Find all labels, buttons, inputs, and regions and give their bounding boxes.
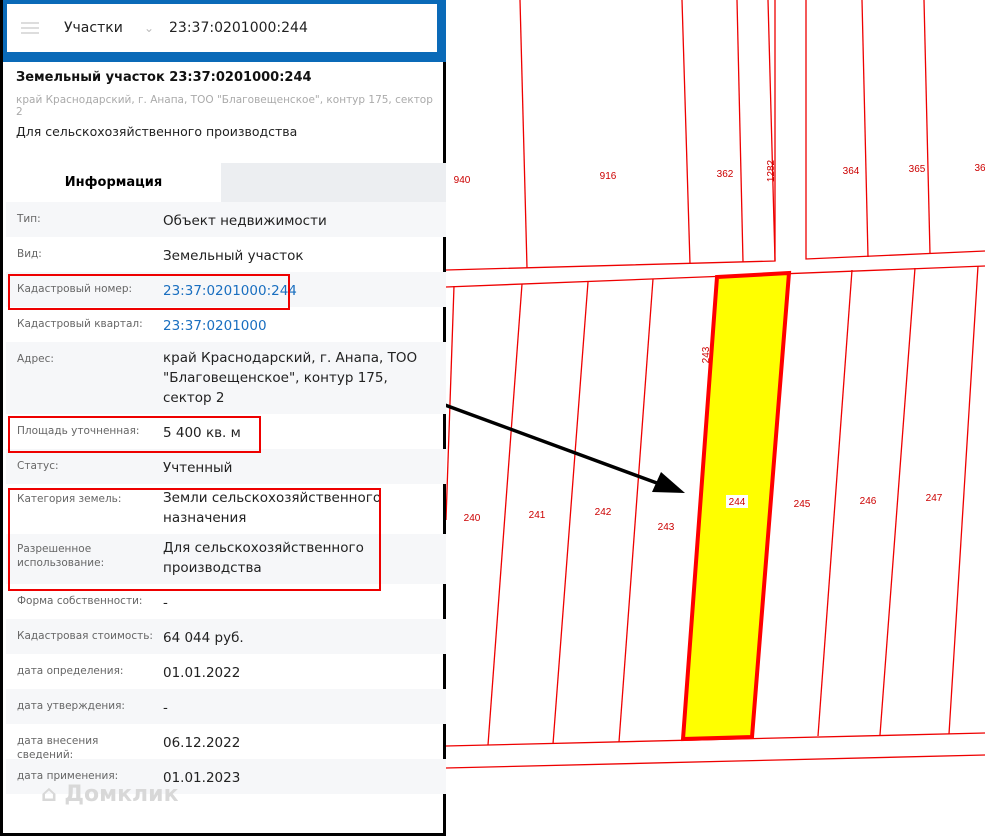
info-value: 01.01.2022 — [163, 665, 241, 681]
info-label: Тип: — [17, 213, 41, 225]
info-panel: Участки ⌄ 23:37:0201000:244 Земельный уч… — [0, 0, 446, 836]
info-label: дата утверждения: — [17, 700, 125, 712]
info-value[interactable]: 23:37:0201000:244 — [163, 272, 433, 301]
info-value: - — [163, 700, 168, 716]
info-row: Тип: Объект недвижимости — [6, 202, 446, 237]
parcel-label: 1282 — [766, 159, 777, 182]
cadastral-map[interactable]: 940 916 362 1282 364 365 36 240 241 242 … — [445, 0, 985, 836]
info-row: Кадастровая стоимость: 64 044 руб. — [6, 619, 446, 654]
search-input[interactable]: 23:37:0201000:244 — [169, 20, 308, 36]
parcel-label: 247 — [926, 493, 943, 504]
parcel-label: 916 — [600, 171, 617, 182]
parcel-label-selected: 244 — [729, 497, 746, 508]
info-label: Статус: — [17, 460, 59, 472]
info-row: Разрешенное использование: Для сельскохоз… — [6, 534, 446, 584]
parcel-label: 246 — [860, 496, 877, 507]
info-value: 06.12.2022 — [163, 735, 241, 751]
info-value: 01.01.2023 — [163, 770, 241, 786]
chevron-down-icon[interactable]: ⌄ — [144, 21, 169, 35]
info-value: Земельный участок — [163, 248, 304, 264]
info-label: дата применения: — [17, 770, 119, 782]
menu-icon[interactable] — [21, 22, 39, 34]
info-row: Адрес: край Краснодарский, г. Анапа, ТОО … — [6, 342, 446, 414]
object-purpose: Для сельскохозяйственного производства — [16, 124, 298, 139]
info-label: Категория земель: — [17, 493, 122, 505]
info-row: Площадь уточненная: 5 400 кв. м — [6, 414, 446, 449]
info-value: Для сельскохозяйственного производства — [163, 540, 364, 576]
info-value[interactable]: 23:37:0201000 — [163, 307, 433, 336]
parcel-label: 940 — [454, 175, 471, 186]
info-label: Кадастровый квартал: — [17, 318, 143, 330]
category-select[interactable]: Участки — [64, 20, 144, 36]
parcel-label: 242 — [595, 507, 612, 518]
parcel-label: 36 — [974, 163, 985, 174]
top-bar: Участки ⌄ 23:37:0201000:244 — [3, 0, 446, 62]
object-address: край Краснодарский, г. Анапа, ТОО "Благо… — [16, 94, 433, 118]
pointer-arrow — [445, 403, 685, 493]
parcel-label: 365 — [909, 164, 926, 175]
object-title: Земельный участок 23:37:0201000:244 — [16, 70, 312, 85]
parcel-label: 362 — [717, 169, 734, 180]
tab-information[interactable]: Информация — [6, 163, 221, 202]
info-row: Статус: Учтенный — [6, 449, 446, 484]
info-value: Объект недвижимости — [163, 213, 327, 229]
info-row: Кадастровый номер: 23:37:0201000:244 — [6, 272, 446, 307]
info-label: Разрешенное использование: — [17, 543, 105, 569]
info-row: дата утверждения: - — [6, 689, 446, 724]
info-row: Форма собственности: - — [6, 584, 446, 619]
info-label: Вид: — [17, 248, 42, 260]
info-row: Вид: Земельный участок — [6, 237, 446, 272]
info-label: Площадь уточненная: — [17, 425, 140, 437]
parcel-label: 243 — [701, 346, 712, 363]
search-bar[interactable]: Участки ⌄ 23:37:0201000:244 — [7, 4, 437, 52]
info-row: дата внесения сведений: 06.12.2022 — [6, 724, 446, 761]
info-value: Учтенный — [163, 460, 233, 476]
info-label: дата определения: — [17, 665, 124, 677]
parcel-label: 243 — [658, 522, 675, 533]
info-label: Кадастровая стоимость: — [17, 630, 153, 642]
domclick-watermark: ⌂ Домклик — [41, 782, 179, 807]
info-label: Форма собственности: — [17, 595, 143, 607]
parcel-label: 364 — [843, 166, 860, 177]
info-value: 64 044 руб. — [163, 630, 244, 646]
info-row: дата определения: 01.01.2022 — [6, 654, 446, 689]
parcel-label: 245 — [794, 499, 811, 510]
parcel-label: 241 — [529, 510, 546, 521]
info-label: Адрес: — [17, 353, 54, 365]
parcel-label: 240 — [464, 513, 481, 524]
info-row: Кадастровый квартал: 23:37:0201000 — [6, 307, 446, 342]
info-value: край Краснодарский, г. Анапа, ТОО "Благо… — [163, 350, 418, 406]
info-row: Категория земель: Земли сельскохозяйствен… — [6, 484, 446, 534]
info-value: - — [163, 595, 168, 611]
info-label: дата внесения сведений: — [17, 735, 99, 761]
info-label: Кадастровый номер: — [17, 283, 133, 295]
info-value: Земли сельскохозяйственного назначения — [163, 490, 382, 526]
info-value: 5 400 кв. м — [163, 425, 241, 441]
